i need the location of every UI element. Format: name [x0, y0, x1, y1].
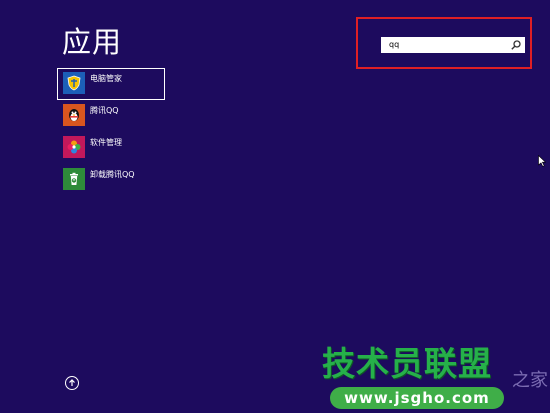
app-tile-pc-manager [63, 72, 85, 94]
app-item-pc-manager[interactable]: 电脑管家 [57, 68, 165, 100]
app-label-tencent-qq: 腾讯QQ [90, 106, 119, 115]
search-input[interactable] [381, 37, 507, 53]
page-title: 应用 [62, 25, 123, 59]
mouse-cursor-icon [538, 155, 546, 167]
search-box[interactable] [381, 37, 525, 53]
app-label-pc-manager: 电脑管家 [90, 74, 122, 83]
watermark: 技术员联盟 www.jsgho.com 之家 [320, 344, 550, 413]
arrow-up-icon [69, 379, 75, 386]
shield-icon [67, 75, 81, 91]
clover-icon [67, 140, 81, 154]
app-tile-software-manager [63, 136, 85, 158]
app-label-uninstall-qq: 卸载腾讯QQ [90, 170, 135, 179]
recycle-bin-icon [70, 172, 78, 185]
watermark-url: www.jsgho.com [344, 389, 490, 407]
penguin-icon [69, 109, 79, 121]
app-label-software-manager: 软件管理 [90, 138, 122, 147]
app-list: 电脑管家 腾讯QQ 软件管理 卸载腾讯QQ [57, 68, 257, 196]
search-icon[interactable] [510, 39, 522, 51]
watermark-tail: 之家 [512, 370, 548, 391]
app-item-uninstall-qq[interactable]: 卸载腾讯QQ [57, 164, 257, 196]
app-item-tencent-qq[interactable]: 腾讯QQ [57, 100, 257, 132]
scroll-up-button[interactable] [65, 376, 79, 390]
app-tile-tencent-qq [63, 104, 85, 126]
app-item-software-manager[interactable]: 软件管理 [57, 132, 257, 164]
watermark-title: 技术员联盟 [322, 344, 492, 383]
app-tile-uninstall-qq [63, 168, 85, 190]
